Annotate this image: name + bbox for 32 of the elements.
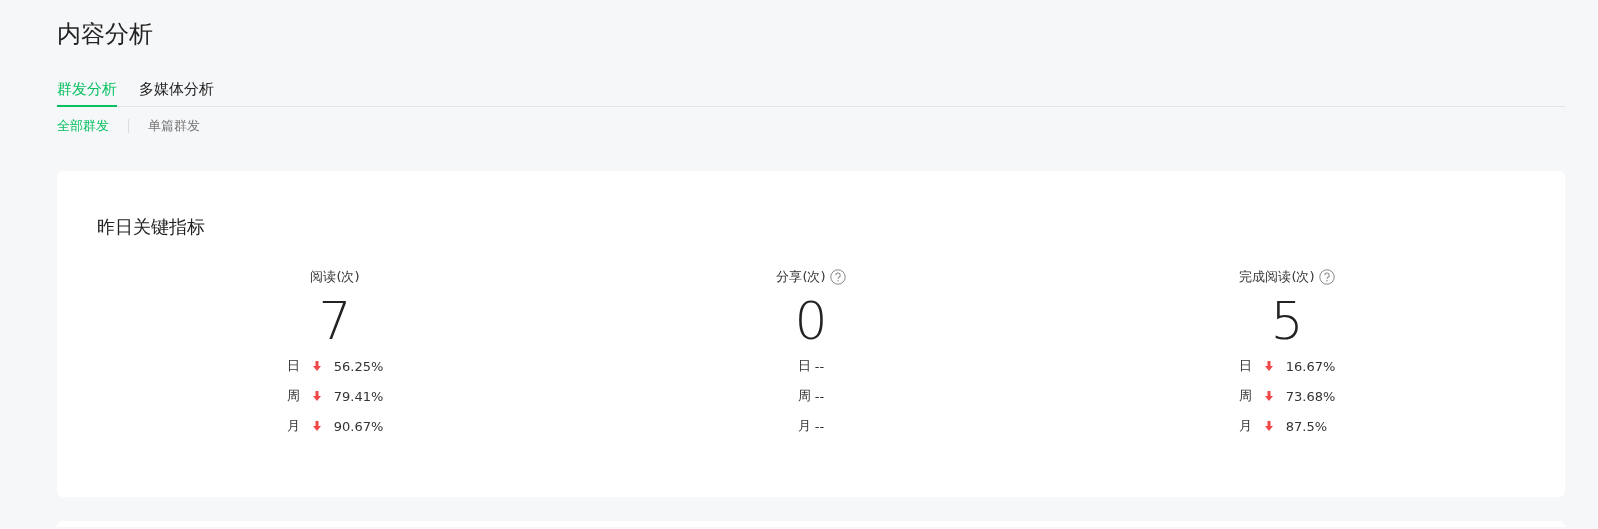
change-value: 87.5% <box>1285 418 1328 434</box>
period-label: 周 <box>286 387 300 405</box>
tab[interactable]: 群发分析 <box>57 80 117 107</box>
metric-value: 5 <box>1270 295 1304 347</box>
metric-value: 7 <box>318 295 352 347</box>
period-label: 月 <box>797 417 811 435</box>
sub-tab[interactable]: 单篇群发 <box>148 117 200 135</box>
change-value: 56.25% <box>333 358 384 374</box>
period-label: 日 <box>286 357 300 375</box>
metric-label: 完成阅读(次) <box>1239 268 1315 286</box>
change-value: 16.67% <box>1285 358 1336 374</box>
period-label: 周 <box>797 387 811 405</box>
metric-value: 0 <box>794 295 828 347</box>
period-label: 周 <box>1238 387 1252 405</box>
help-icon[interactable] <box>1318 269 1335 285</box>
metric-label: 阅读(次) <box>310 268 360 286</box>
period-label: 月 <box>286 417 300 435</box>
change-value: -- <box>814 358 825 374</box>
change-value: 79.41% <box>333 388 384 404</box>
tab[interactable]: 多媒体分析 <box>139 80 214 107</box>
change-value: 90.67% <box>333 418 384 434</box>
period-label: 日 <box>797 357 811 375</box>
change-value: -- <box>814 388 825 404</box>
card-title: 昨日关键指标 <box>97 215 206 239</box>
change-value: 73.68% <box>1285 388 1336 404</box>
page-title: 内容分析 <box>57 19 154 50</box>
metric-label: 分享(次) <box>776 268 826 286</box>
change-value: -- <box>814 418 825 434</box>
sub-tab[interactable]: 全部群发 <box>57 117 109 135</box>
help-icon[interactable] <box>829 269 846 285</box>
period-label: 日 <box>1238 357 1252 375</box>
period-label: 月 <box>1238 417 1252 435</box>
